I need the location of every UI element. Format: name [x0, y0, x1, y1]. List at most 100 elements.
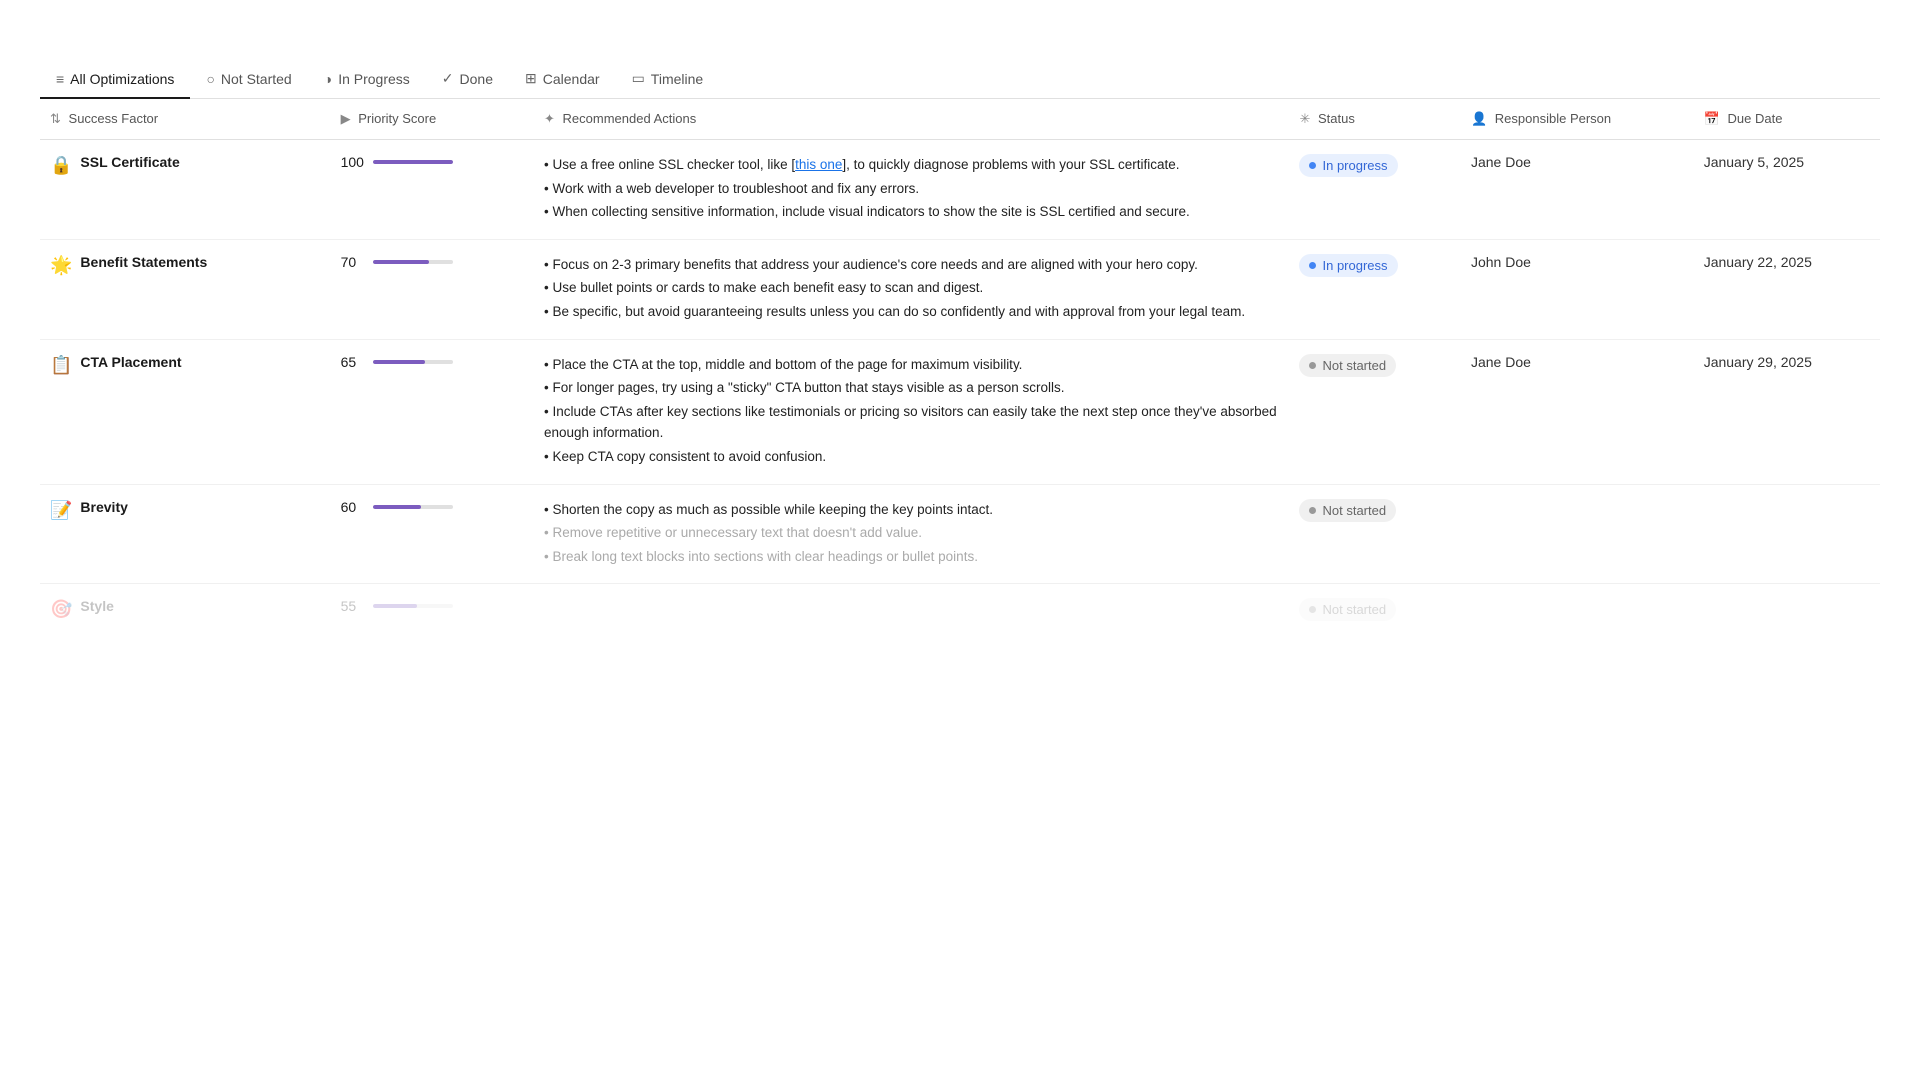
status-dot: [1309, 162, 1316, 169]
status-badge: In progress: [1299, 154, 1397, 177]
status-badge: Not started: [1299, 499, 1396, 522]
table-row: 🌟 Benefit Statements 70 • Focus on 2-3 p…: [40, 239, 1880, 339]
status-text: In progress: [1322, 158, 1387, 173]
row-icon: 📋: [50, 355, 72, 376]
table-row: 📝 Brevity 60 • Shorten the copy as much …: [40, 484, 1880, 584]
row-icon: 🎯: [50, 599, 72, 620]
due-date-cell: [1694, 584, 1880, 636]
responsible-person-cell: [1461, 584, 1694, 636]
circle-icon: ○: [206, 71, 214, 87]
action-item: • Be specific, but avoid guaranteeing re…: [544, 301, 1280, 323]
col-header-success-factor[interactable]: ⇅ Success Factor: [40, 99, 331, 140]
check-circle-icon: ✓: [442, 70, 454, 87]
priority-score-cell: 100: [341, 154, 524, 170]
row-name: CTA Placement: [80, 354, 181, 370]
score-number: 60: [341, 499, 365, 515]
nav-tabs: ≡ All Optimizations ○ Not Started ◑ In P…: [40, 60, 1880, 99]
status-badge: Not started: [1299, 598, 1396, 621]
col-header-priority-score[interactable]: ▶ Priority Score: [331, 99, 534, 140]
calendar-col-icon: 📅: [1704, 111, 1720, 126]
row-icon: 📝: [50, 500, 72, 521]
col-header-status[interactable]: ✳ Status: [1289, 99, 1461, 140]
row-icon: 🔒: [50, 155, 72, 176]
action-item: • When collecting sensitive information,…: [544, 201, 1280, 223]
status-text: In progress: [1322, 258, 1387, 273]
progress-fill: [373, 160, 453, 164]
priority-score-cell: 70: [341, 254, 524, 270]
priority-score-cell: 65: [341, 354, 524, 370]
action-item: • Remove repetitive or unnecessary text …: [544, 522, 1280, 544]
action-item: • Keep CTA copy consistent to avoid conf…: [544, 446, 1280, 468]
tab-in-progress[interactable]: ◑ In Progress: [308, 61, 426, 99]
status-icon: ✳: [1299, 111, 1310, 126]
success-factor-cell: 📝 Brevity: [50, 499, 321, 521]
progress-fill: [373, 505, 421, 509]
recommended-actions-cell: • Place the CTA at the top, middle and b…: [534, 339, 1290, 484]
score-number: 55: [341, 598, 365, 614]
table-row: 🎯 Style 55 Not started: [40, 584, 1880, 636]
due-date-cell: January 5, 2025: [1694, 140, 1880, 240]
success-factor-cell: 🌟 Benefit Statements: [50, 254, 321, 276]
col-header-due-date[interactable]: 📅 Due Date: [1694, 99, 1880, 140]
action-item: • Shorten the copy as much as possible w…: [544, 499, 1280, 521]
tab-done[interactable]: ✓ Done: [426, 60, 509, 99]
action-item: • Place the CTA at the top, middle and b…: [544, 354, 1280, 376]
progress-fill: [373, 604, 417, 608]
due-date-cell: January 22, 2025: [1694, 239, 1880, 339]
row-name: SSL Certificate: [80, 154, 179, 170]
col-header-recommended-actions[interactable]: ✦ Recommended Actions: [534, 99, 1290, 140]
due-date-cell: [1694, 484, 1880, 584]
status-text: Not started: [1322, 503, 1386, 518]
tab-timeline[interactable]: ▭ Timeline: [616, 60, 720, 99]
recommended-actions-cell: • Focus on 2-3 primary benefits that add…: [534, 239, 1290, 339]
action-item: • Work with a web developer to troublesh…: [544, 178, 1280, 200]
status-dot: [1309, 362, 1316, 369]
recommended-actions-cell: • Shorten the copy as much as possible w…: [534, 484, 1290, 584]
row-icon: 🌟: [50, 255, 72, 276]
status-dot: [1309, 507, 1316, 514]
status-dot: [1309, 606, 1316, 613]
priority-score-cell: 55: [341, 598, 524, 614]
status-text: Not started: [1322, 358, 1386, 373]
action-item: • Include CTAs after key sections like t…: [544, 401, 1280, 444]
success-factor-cell: 🔒 SSL Certificate: [50, 154, 321, 176]
action-item: • Break long text blocks into sections w…: [544, 546, 1280, 568]
row-name: Style: [80, 598, 113, 614]
action-item: • Use a free online SSL checker tool, li…: [544, 154, 1280, 176]
flag-icon: ▶: [341, 111, 351, 126]
score-number: 70: [341, 254, 365, 270]
status-dot: [1309, 262, 1316, 269]
tab-not-started[interactable]: ○ Not Started: [190, 61, 307, 99]
responsible-person-cell: John Doe: [1461, 239, 1694, 339]
tab-all-optimizations[interactable]: ≡ All Optimizations: [40, 61, 190, 99]
action-item: • Focus on 2-3 primary benefits that add…: [544, 254, 1280, 276]
col-header-responsible-person[interactable]: 👤 Responsible Person: [1461, 99, 1694, 140]
recommended-actions-cell: [534, 584, 1290, 636]
responsible-person-cell: [1461, 484, 1694, 584]
sort-icon: ⇅: [50, 111, 61, 126]
progress-fill: [373, 360, 425, 364]
tab-calendar[interactable]: ⊞ Calendar: [509, 60, 616, 99]
table-row: 🔒 SSL Certificate 100 • Use a free onlin…: [40, 140, 1880, 240]
due-date-cell: January 29, 2025: [1694, 339, 1880, 484]
timeline-icon: ▭: [632, 70, 645, 87]
progress-bar: [373, 260, 453, 264]
row-name: Benefit Statements: [80, 254, 207, 270]
status-badge: In progress: [1299, 254, 1397, 277]
optimizations-table: ⇅ Success Factor ▶ Priority Score ✦ Reco…: [40, 99, 1880, 635]
action-item: • Use bullet points or cards to make eac…: [544, 277, 1280, 299]
responsible-person-cell: Jane Doe: [1461, 339, 1694, 484]
status-text: Not started: [1322, 602, 1386, 617]
score-number: 100: [341, 154, 365, 170]
progress-bar: [373, 160, 453, 164]
progress-bar: [373, 505, 453, 509]
progress-fill: [373, 260, 429, 264]
success-factor-cell: 🎯 Style: [50, 598, 321, 620]
progress-bar: [373, 360, 453, 364]
half-circle-icon: ◑: [324, 71, 332, 87]
list-icon: ≡: [56, 71, 64, 87]
row-name: Brevity: [80, 499, 127, 515]
inline-link[interactable]: this one: [795, 157, 842, 172]
star-icon: ✦: [544, 111, 555, 126]
priority-score-cell: 60: [341, 499, 524, 515]
